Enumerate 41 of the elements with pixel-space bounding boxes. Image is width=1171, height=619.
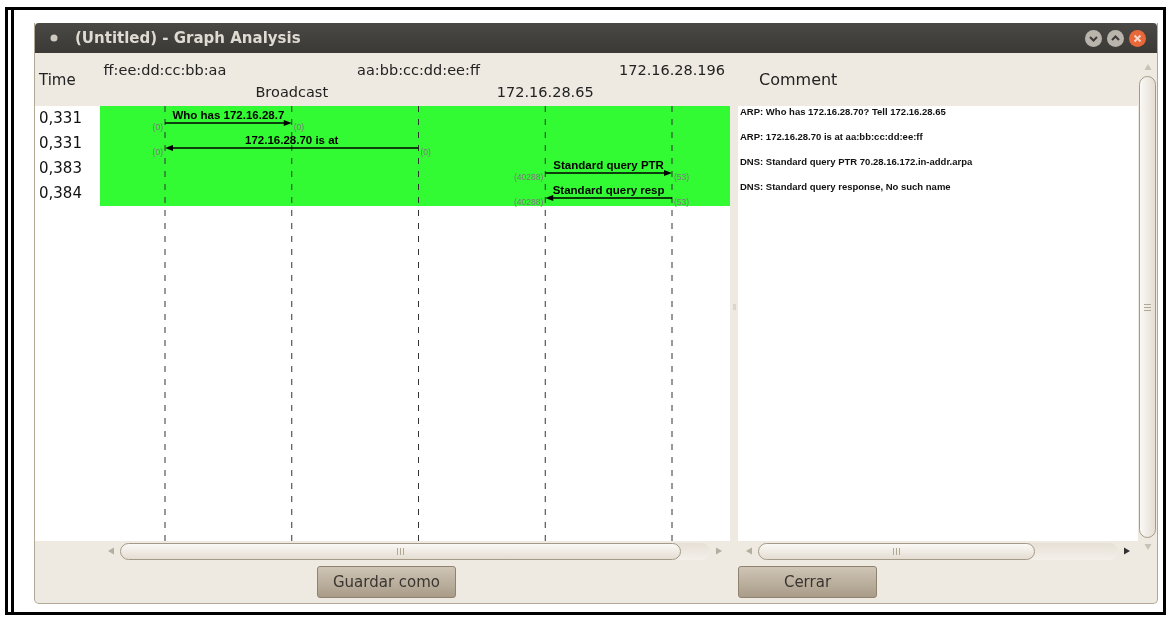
close-icon[interactable] [1128, 28, 1147, 48]
time-value: 0,383 [39, 158, 83, 179]
selected-row-highlight[interactable] [100, 106, 730, 131]
node-label: ff:ee:dd:cc:bb:aa [103, 62, 227, 78]
minimize-icon[interactable] [1084, 28, 1103, 48]
close-button[interactable]: Cerrar [738, 566, 877, 598]
window-menu-icon[interactable] [49, 33, 59, 43]
node-label: 172.16.28.196 [618, 62, 726, 78]
comment-text: ARP: 172.16.28.70 is at aa:bb:cc:dd:ee:ff [740, 131, 924, 144]
node-label: aa:bb:cc:dd:ee:ff [357, 62, 480, 78]
scrollbar-thumb[interactable] [1139, 76, 1157, 538]
time-value: 0,331 [39, 108, 83, 129]
port-label: (0) [152, 122, 163, 132]
grip-icon [395, 547, 405, 555]
node-label: Broadcast [255, 84, 329, 100]
time-value: 0,384 [39, 183, 83, 204]
port-label: (0) [293, 122, 305, 132]
flow-label: Standard query resp [552, 184, 665, 196]
comment-text: ARP: Who has 172.16.28.70? Tell 172.16.28.65 [740, 106, 947, 119]
port-label: (0) [420, 147, 431, 157]
time-column-header: Time [38, 69, 77, 91]
port-label: (53) [674, 197, 690, 207]
selected-row-highlight[interactable] [100, 181, 730, 206]
window-title: (Untitled) - Graph Analysis [75, 29, 302, 47]
node-label: 172.16.28.65 [496, 84, 594, 100]
flow-label: Standard query PTR [553, 159, 664, 171]
grip-icon [1144, 302, 1152, 312]
scrollbar-thumb[interactable] [758, 542, 1036, 560]
comment-text: DNS: Standard query response, No such name [740, 181, 952, 194]
flow-label: 172.16.28.70 is at [245, 134, 339, 146]
grip-icon [892, 547, 902, 555]
flow-label: Who has 172.16.28.7 [172, 109, 285, 121]
save-as-button[interactable]: Guardar como [317, 566, 456, 598]
port-label: (40288) [513, 197, 544, 207]
maximize-icon[interactable] [1106, 28, 1125, 48]
comment-text: DNS: Standard query PTR 70.28.16.172.in-addr.arpa [740, 156, 974, 169]
port-label: (53) [674, 172, 690, 182]
port-label: (0) [152, 147, 163, 157]
comment-column-header: Comment [758, 69, 839, 91]
time-value: 0,331 [39, 133, 83, 154]
port-label: (40288) [513, 172, 544, 182]
